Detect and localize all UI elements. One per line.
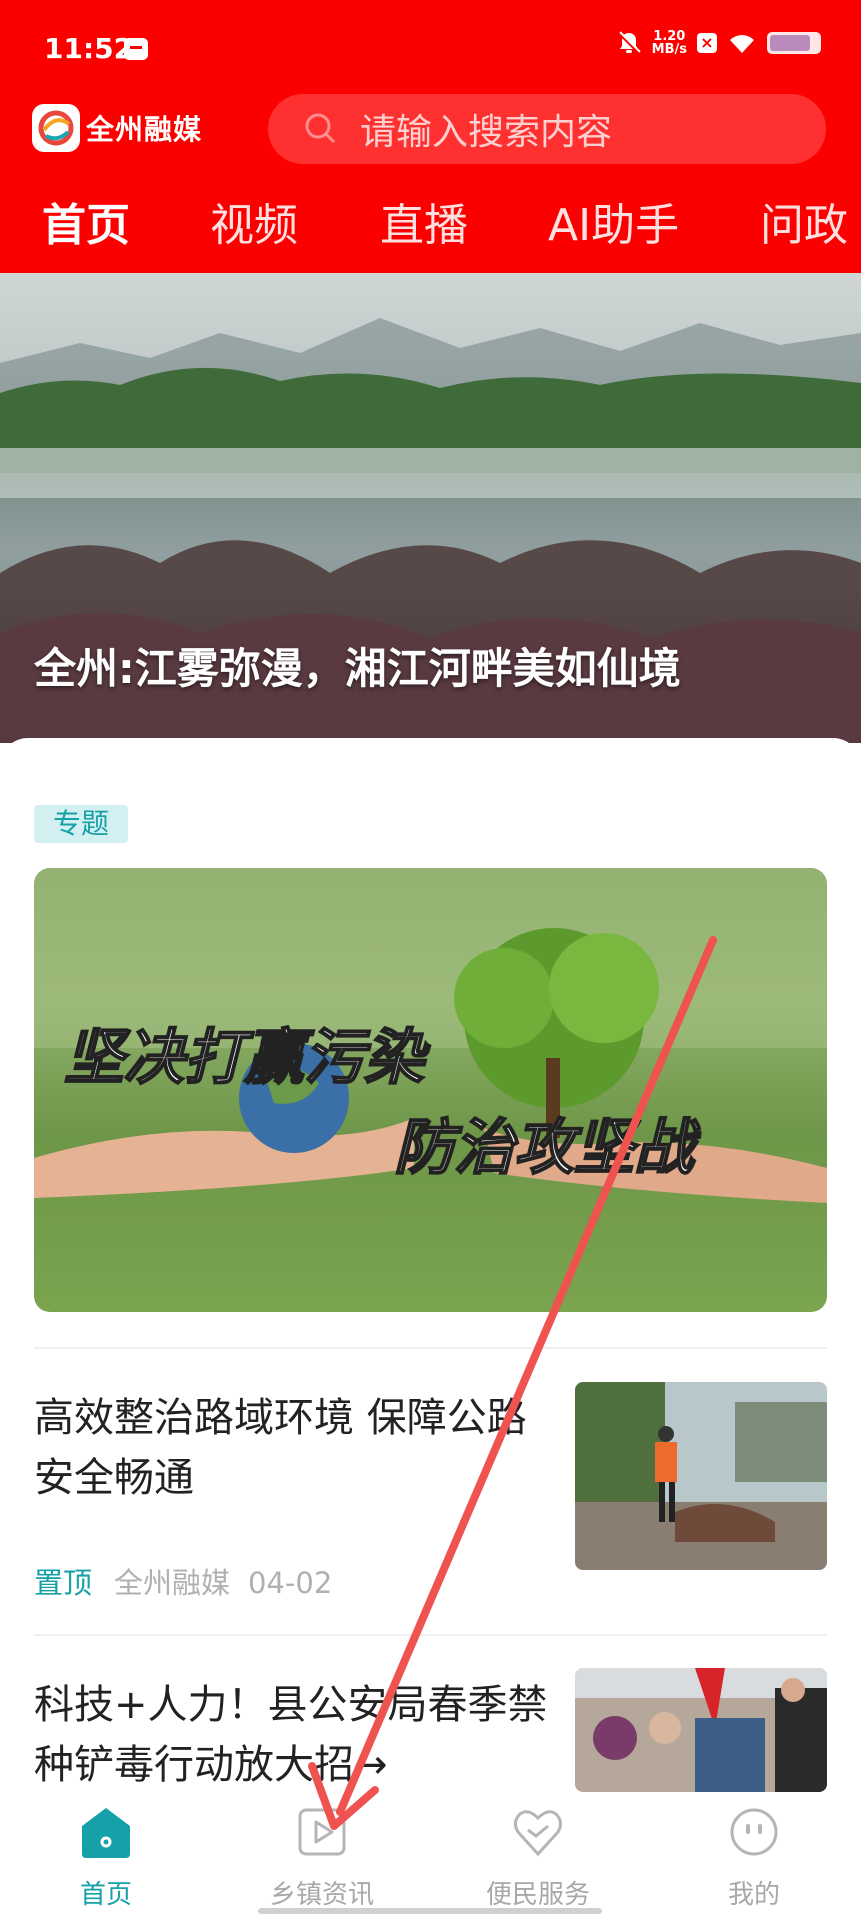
heart-icon — [513, 1810, 563, 1857]
nav-label: 首页 — [79, 1880, 132, 1910]
home-indicator — [258, 1908, 602, 1914]
pinned-badge: 置顶 — [34, 1566, 93, 1600]
message-icon — [124, 38, 148, 60]
logo-badge-icon — [32, 104, 80, 152]
nav-label: 便民服务 — [485, 1880, 590, 1910]
tab-video[interactable]: 视频 — [210, 196, 298, 256]
search-bar[interactable]: 请输入搜索内容 — [268, 94, 826, 164]
news-meta: 置顶 全州融媒 04-02 — [34, 1560, 332, 1602]
nav-home[interactable]: 首页 — [6, 1792, 206, 1920]
news-title[interactable]: 高效整治路域环境 保障公路安全畅通 — [34, 1388, 554, 1508]
play-icon — [298, 1808, 346, 1856]
nav-public-services[interactable]: 便民服务 — [438, 1792, 638, 1920]
topic-banner-image: 坚决打赢污染 防治攻坚战 — [34, 868, 827, 1203]
road-work-image — [575, 1382, 827, 1570]
app-header: 11:52 1.20 MB/s × 全州融媒 请输入搜索内容 首页 视频 直播 … — [0, 0, 861, 273]
hero-caption: 全州:江雾弥漫，湘江河畔美如仙境 — [34, 644, 681, 693]
nav-label: 我的 — [727, 1880, 780, 1910]
app-logo[interactable]: 全州融媒 — [32, 104, 202, 152]
list-divider — [34, 1634, 827, 1636]
list-divider — [34, 1347, 827, 1349]
banner-line2: 防治攻坚战 — [394, 1113, 701, 1183]
tab-home[interactable]: 首页 — [42, 196, 130, 256]
search-placeholder: 请输入搜索内容 — [360, 112, 613, 153]
news-date: 04-02 — [248, 1566, 333, 1600]
nav-mine[interactable]: 我的 — [654, 1792, 854, 1920]
nav-township-news[interactable]: 乡镇资讯 — [222, 1792, 422, 1920]
banner-line1: 坚决打赢污染 — [64, 1023, 431, 1093]
news-source: 全州融媒 — [114, 1566, 231, 1600]
mute-bell-icon — [617, 31, 641, 55]
status-time: 11:52 — [44, 32, 134, 65]
channel-tabs: 首页 视频 直播 AI助手 问政 — [0, 196, 861, 256]
tab-live[interactable]: 直播 — [380, 196, 468, 256]
home-icon — [82, 1808, 130, 1858]
news-thumbnail[interactable] — [575, 1382, 827, 1570]
close-box-icon: × — [697, 33, 717, 53]
battery-icon — [767, 32, 821, 54]
face-icon — [730, 1808, 778, 1856]
police-campaign-image — [575, 1668, 827, 1792]
topic-tag: 专题 — [34, 805, 128, 843]
tab-ai-assistant[interactable]: AI助手 — [548, 196, 679, 256]
tab-wenzheng[interactable]: 问政 — [760, 196, 848, 256]
bottom-nav: 首页 乡镇资讯 便民服务 我的 — [0, 1792, 861, 1920]
status-icons: 1.20 MB/s × — [616, 30, 821, 56]
wifi-icon — [730, 35, 754, 53]
search-icon — [305, 113, 336, 144]
hero-banner[interactable]: 全州:江雾弥漫，湘江河畔美如仙境 — [0, 273, 861, 743]
network-speed: 1.20 MB/s — [652, 30, 687, 56]
topic-banner[interactable]: 坚决打赢污染 防治攻坚战 — [34, 868, 827, 1312]
nav-label: 乡镇资讯 — [269, 1880, 374, 1910]
news-thumbnail[interactable] — [575, 1668, 827, 1792]
net-speed-unit: MB/s — [651, 42, 687, 57]
app-name: 全州融媒 — [86, 113, 203, 146]
news-title[interactable]: 科技+人力！县公安局春季禁种铲毒行动放大招→ — [34, 1675, 554, 1795]
